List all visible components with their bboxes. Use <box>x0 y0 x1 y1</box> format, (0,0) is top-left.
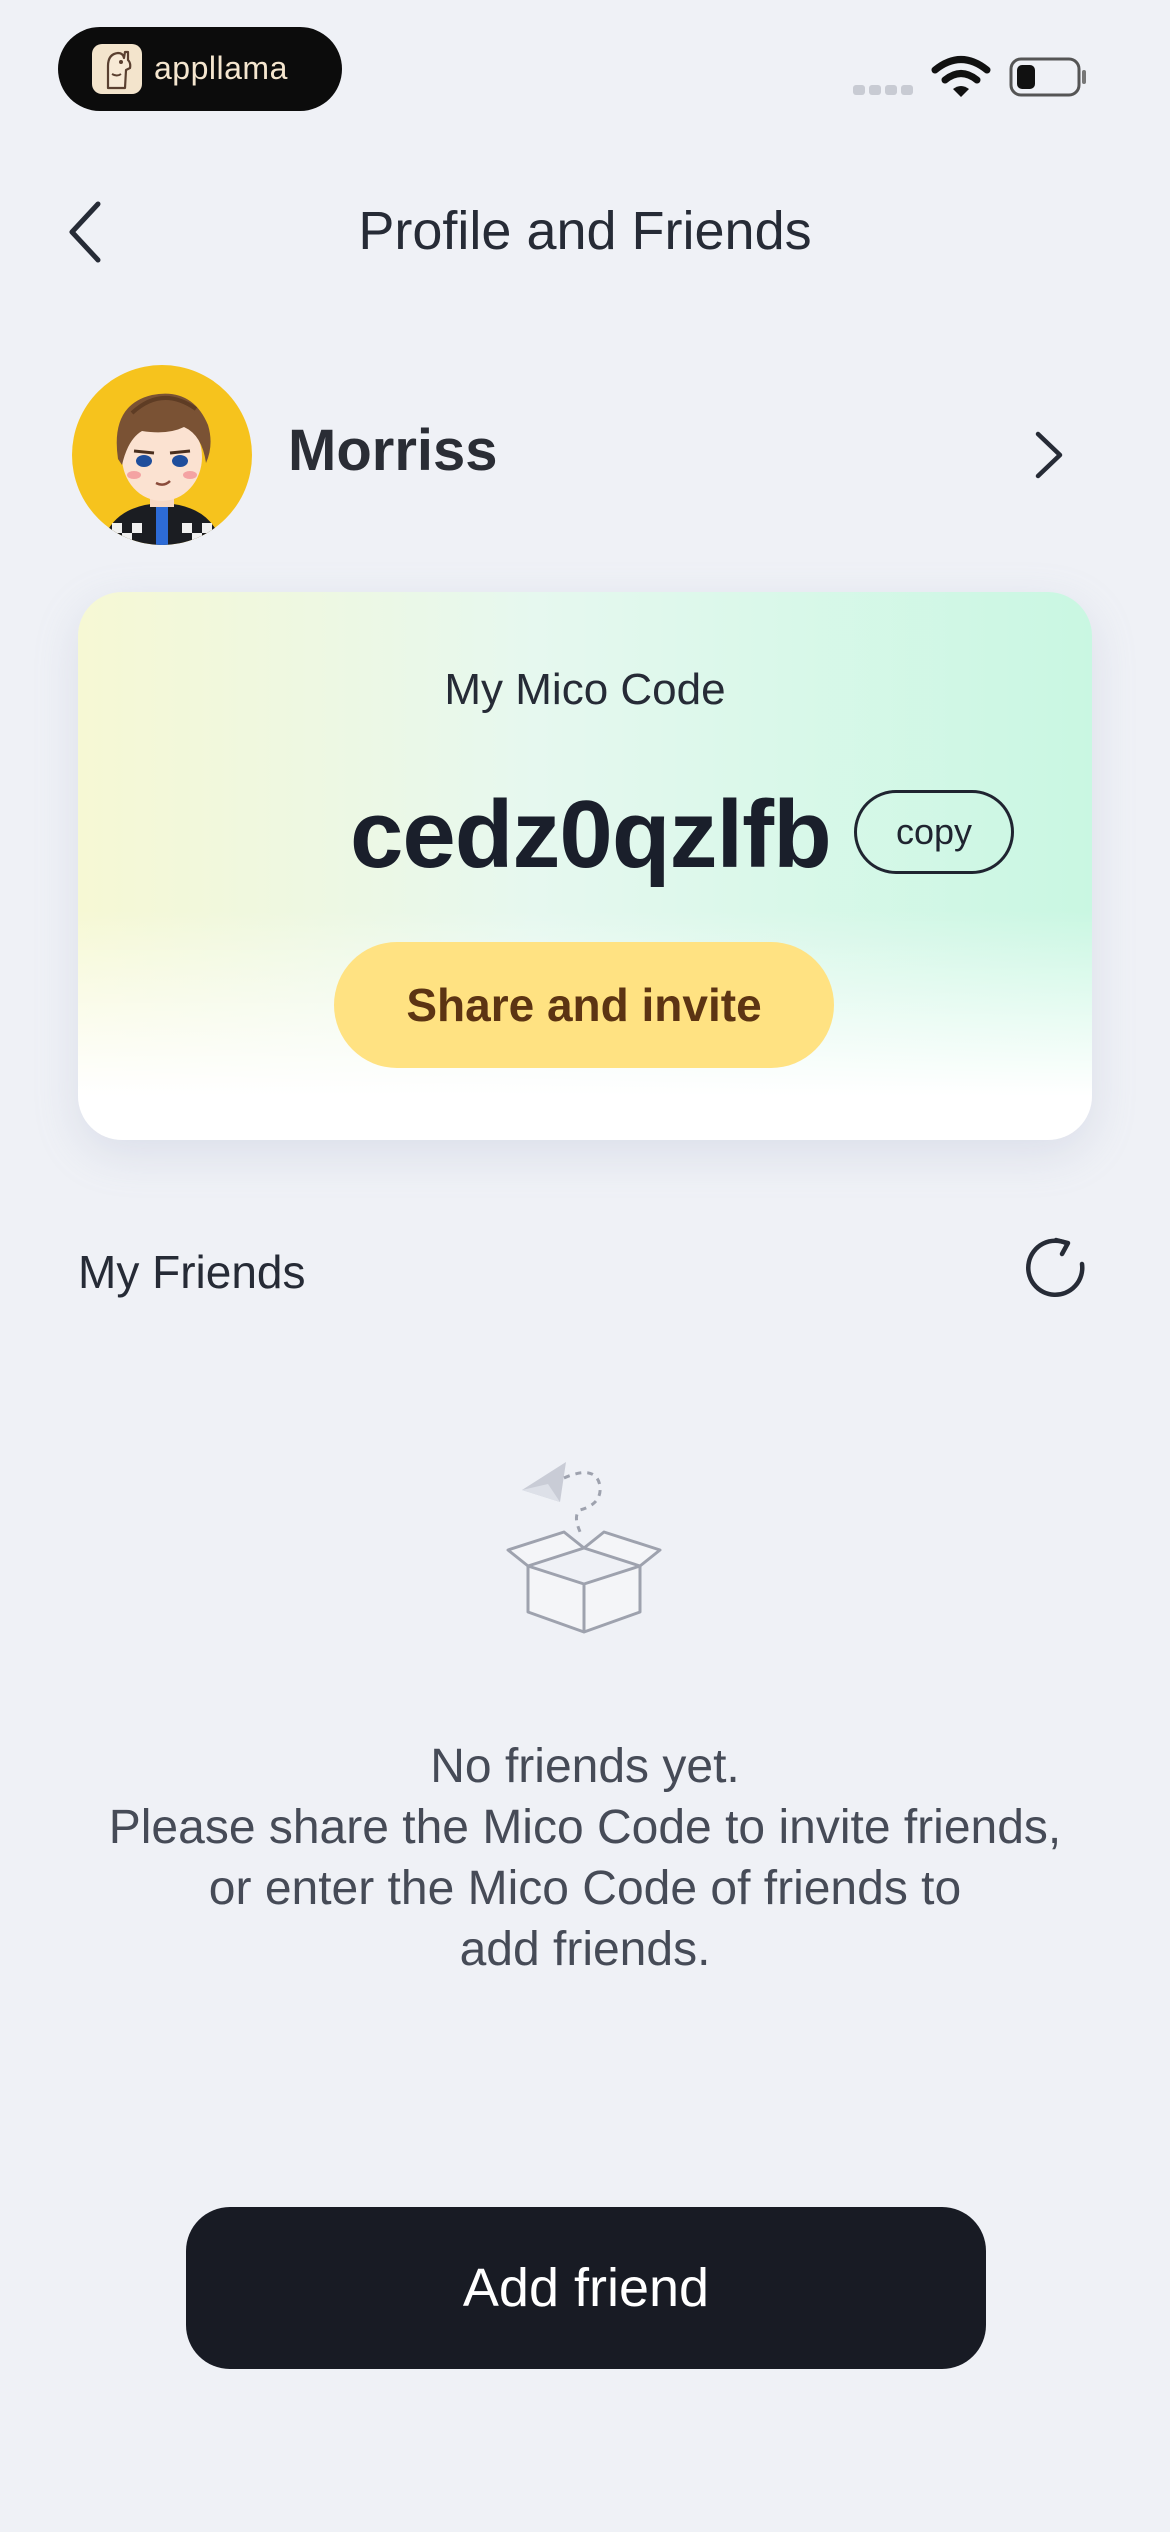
refresh-icon <box>1026 1237 1085 1297</box>
brand-name: appllama <box>154 50 288 86</box>
cellular-signal-icon <box>853 85 915 95</box>
copy-button[interactable]: copy <box>854 790 1014 874</box>
empty-state-line: Please share the Mico Code to invite fri… <box>108 1801 1062 1854</box>
back-button[interactable] <box>56 190 120 274</box>
battery-icon <box>1009 57 1087 97</box>
avatar[interactable] <box>72 365 252 545</box>
cartoon-avatar <box>102 393 222 545</box>
chevron-right-icon[interactable] <box>1022 420 1072 490</box>
chevron-left-icon <box>69 201 101 263</box>
page-title: Profile and Friends <box>358 201 812 261</box>
app-brand-pill[interactable]: appllama <box>58 27 342 111</box>
wifi-icon <box>931 55 991 101</box>
llama-logo-icon <box>92 44 142 94</box>
refresh-button[interactable] <box>1022 1234 1090 1302</box>
open-box-paper-plane-icon <box>500 1450 670 1640</box>
user-name: Morriss <box>288 418 498 483</box>
my-friends-heading: My Friends <box>78 1246 306 1298</box>
empty-state-line: or enter the Mico Code of friends to <box>208 1862 962 1915</box>
empty-state-message: No friends yet. Please share the Mico Co… <box>60 1736 1110 1980</box>
mico-code-label: My Mico Code <box>444 665 726 714</box>
add-friend-button[interactable]: Add friend <box>186 2207 986 2369</box>
mico-code-value: cedz0qzlfb <box>350 781 832 888</box>
profile-row[interactable]: Morriss <box>60 360 1080 550</box>
empty-state-line: add friends. <box>459 1923 711 1976</box>
share-and-invite-button[interactable]: Share and invite <box>334 942 834 1068</box>
mico-code-card: My Mico Code cedz0qzlfb copy Share and i… <box>78 592 1092 1140</box>
empty-state-line: No friends yet. <box>430 1740 740 1793</box>
